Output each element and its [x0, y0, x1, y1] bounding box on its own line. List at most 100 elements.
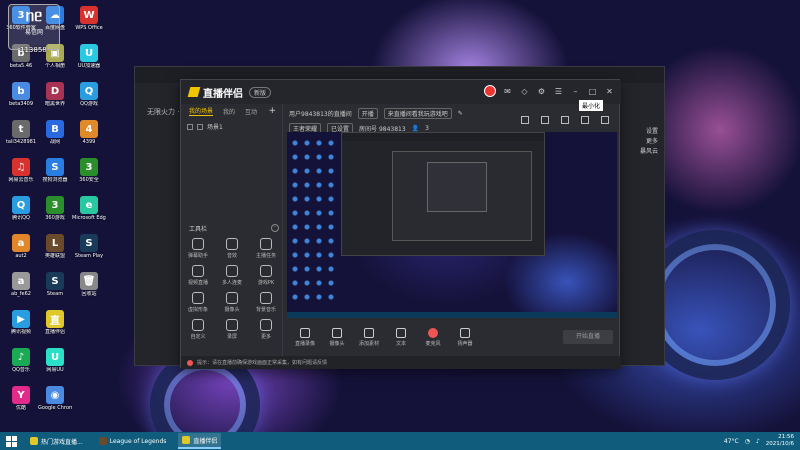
desktop-shortcut[interactable]: 直直播伴侣 [38, 310, 72, 335]
tool-item[interactable]: 主播任务 [249, 238, 283, 259]
shortcut-icon: S [46, 158, 64, 176]
tool-item[interactable]: 虚拟形象 [181, 292, 215, 313]
start-live-button[interactable]: 开始直播 [563, 330, 613, 344]
bg-menu-item[interactable]: 更多 [640, 137, 658, 147]
app-brand: 直播伴侣 新版 [187, 85, 272, 100]
desktop-shortcut[interactable]: U UU加速器 [72, 44, 106, 69]
desktop-shortcut[interactable]: L 英雄联盟 [38, 234, 72, 259]
tool-icon [192, 292, 204, 304]
tools-header: 工具栏 · [189, 224, 279, 233]
visibility-icon[interactable] [187, 123, 193, 130]
app-version-badge[interactable]: 新版 [249, 86, 272, 98]
desktop-shortcut[interactable]: Q 腾讯QQ [4, 196, 38, 221]
menu-icon[interactable]: ☰ [553, 86, 564, 97]
microphone-button[interactable]: 麦克风 [419, 327, 447, 347]
desktop-shortcut[interactable]: ◉Google Chrome [38, 386, 72, 411]
button-label: 麦克风 [425, 340, 441, 347]
shortcut-icon: S [80, 234, 98, 252]
desktop-shortcut[interactable]: b beta3409 [4, 82, 38, 107]
shortcut-label: Steam Play [74, 253, 104, 259]
desktop-shortcut[interactable]: S Steam Play [72, 234, 106, 259]
shortcut-icon: a [12, 234, 30, 252]
app-titlebar[interactable]: 直播伴侣 新版 ✉ ◇ ⚙ ☰ – □ ✕ 最小化 [181, 80, 621, 111]
desktop-shortcut[interactable]: e Microsoft Edge [72, 196, 106, 221]
gift-box-icon[interactable] [521, 116, 529, 124]
lock-room-icon[interactable] [541, 116, 549, 124]
desktop-shortcut[interactable]: D 暗黑世界 [38, 82, 72, 107]
shortcut-icon: t [12, 120, 30, 138]
desktop-shortcut[interactable]: t tali3428981 [4, 120, 38, 145]
shortcut-label: 360游戏 [45, 215, 65, 221]
desktop-shortcut[interactable]: W WPS Office [72, 6, 106, 31]
close-icon[interactable]: ✕ [604, 86, 615, 97]
desktop-shortcut[interactable]: Q QQ游戏 [72, 82, 106, 107]
add-scene-icon[interactable]: + [268, 106, 276, 116]
share-icon[interactable] [601, 116, 609, 124]
maximize-icon[interactable]: □ [587, 86, 598, 97]
tool-item[interactable]: 游戏PK [249, 265, 283, 286]
shortcut-icon: S [46, 272, 64, 290]
clock[interactable]: 21:56 2021/10/6 [766, 434, 794, 448]
desktop-shortcut[interactable]: 3 360安全 [72, 158, 106, 183]
network-icon[interactable]: ◔ [745, 438, 750, 445]
tool-item[interactable]: 录屏 [215, 319, 249, 340]
volume-icon[interactable]: ♪ [756, 438, 760, 445]
tool-icon [192, 319, 204, 331]
notification-icon[interactable] [581, 116, 589, 124]
speaker-button[interactable]: 扬声器 [451, 327, 479, 347]
settings-icon[interactable]: ⚙ [536, 86, 547, 97]
tab-interaction[interactable]: 互动 [245, 107, 257, 116]
record-button[interactable]: 直播录像 [291, 327, 319, 347]
edit-icon[interactable]: ✎ [458, 110, 463, 117]
desktop-shortcut[interactable]: ♪ QQ音乐 [4, 348, 38, 373]
tool-item[interactable]: 自定义 [181, 319, 215, 340]
screen-icon[interactable] [561, 116, 569, 124]
tool-item[interactable]: 弹幕助手 [181, 238, 215, 259]
taskbar-item[interactable]: 直播伴侣 [178, 433, 222, 449]
bg-menu-item[interactable]: 设置 [640, 127, 658, 137]
preview-nested-window-inner2 [427, 162, 487, 212]
room-title[interactable]: 来直播间看我玩游戏吧 [383, 108, 452, 119]
desktop-shortcut[interactable]: a ab_fe62 [4, 272, 38, 297]
live-tag[interactable]: 开播 [357, 108, 378, 119]
desktop-shortcut[interactable]: ▶ 腾讯视频 [4, 310, 38, 335]
user-avatar[interactable] [484, 85, 496, 97]
start-button[interactable] [4, 434, 18, 448]
tab-my-scenes[interactable]: 我的场景 [189, 106, 214, 116]
add-source-button[interactable]: 添加素材 [355, 327, 383, 347]
taskbar-item[interactable]: 热门游戏直播... [26, 433, 87, 449]
lock-icon[interactable] [197, 123, 203, 130]
scene-item[interactable]: 场景1 [181, 118, 282, 135]
desktop-shortcut[interactable]: 3 360游戏 [38, 196, 72, 221]
tool-item[interactable]: 摄像头 [215, 292, 249, 313]
tab-mine[interactable]: 我的 [223, 107, 235, 116]
text-button[interactable]: 文本 [387, 327, 415, 347]
tool-item[interactable]: 多人连麦 [215, 265, 249, 286]
desktop-shortcut[interactable]: U 网易UU [38, 348, 72, 373]
tool-item[interactable]: 视频直播 [181, 265, 215, 286]
desktop-shortcut[interactable]: 4 4399 [72, 120, 106, 145]
desktop-shortcut[interactable]: ♫ 网易云音乐 [4, 158, 38, 183]
shortcut-label: 个人相册 [44, 63, 65, 69]
message-icon[interactable]: ✉ [502, 86, 513, 97]
camera-button[interactable]: 摄像头 [323, 327, 351, 347]
gift-icon[interactable]: ◇ [519, 86, 530, 97]
tools-more-icon[interactable]: · [271, 224, 279, 232]
desktop-shortcut[interactable]: a aut2 [4, 234, 38, 259]
desktop-shortcut[interactable]: S 搜狗浏览器 [38, 158, 72, 183]
stream-preview[interactable] [287, 132, 617, 318]
taskbar-item[interactable]: League of Legends [95, 433, 171, 449]
desktop-shortcut[interactable]: Y 优酷 [4, 386, 38, 411]
desktop-shortcut[interactable]: S Steam [38, 272, 72, 297]
desktop-shortcut[interactable]: 🗑 回收站 [72, 272, 106, 297]
minimize-icon[interactable]: – [570, 86, 581, 97]
temperature: 47°C [723, 437, 739, 445]
tools-title: 工具栏 [189, 226, 208, 233]
tool-label: 录屏 [226, 334, 237, 340]
tool-item[interactable]: 背景音乐 [249, 292, 283, 313]
tool-item[interactable]: 更多 [249, 319, 283, 340]
desktop-shortcut[interactable]: B 战网 [38, 120, 72, 145]
tool-item[interactable]: 音效 [215, 238, 249, 259]
shortcut-label: 腾讯视频 [10, 329, 31, 335]
bg-menu-item[interactable]: 暴风云 [640, 147, 658, 157]
